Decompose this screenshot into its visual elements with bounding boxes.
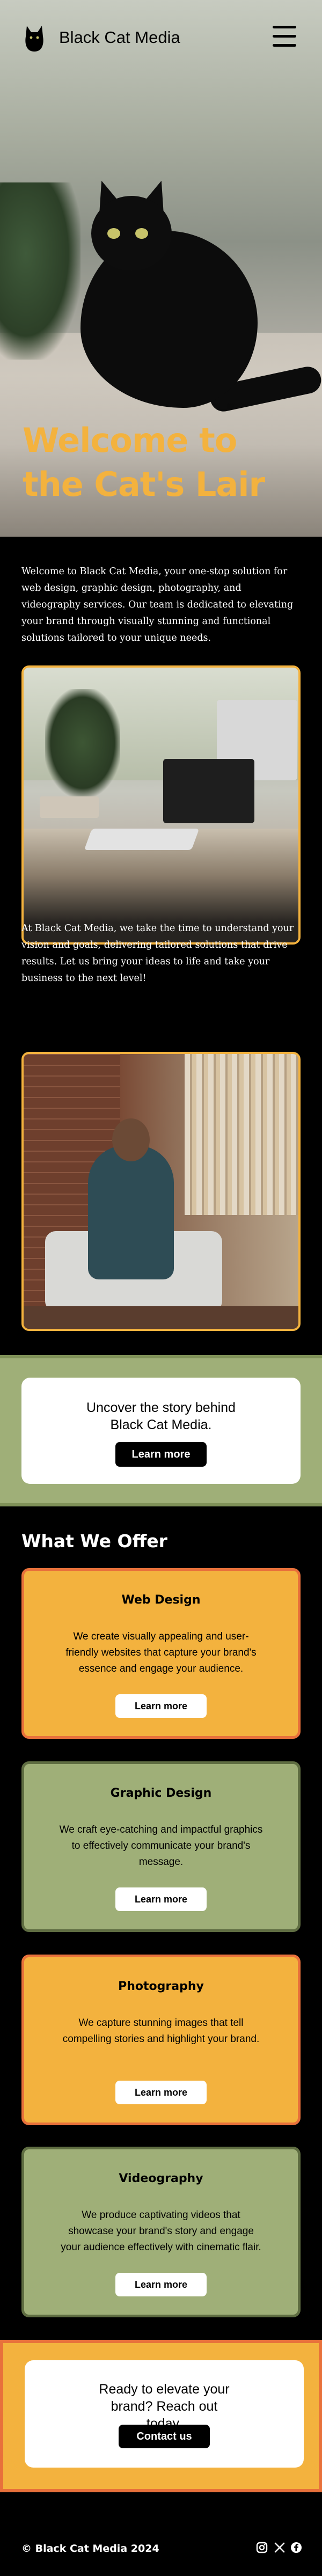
cat-eye [107,228,120,239]
service-title: Web Design [121,1593,201,1607]
instagram-icon[interactable] [256,2542,268,2553]
facebook-icon[interactable] [290,2542,302,2553]
brand-name[interactable]: Black Cat Media [59,28,180,47]
service-title: Videography [119,2172,203,2185]
cat-logo-icon[interactable] [24,24,45,52]
videography-learn-more-button[interactable]: Learn more [115,2273,207,2296]
person-photo [21,1052,301,1331]
service-title: Photography [118,1980,204,1993]
story-cta-band: Uncover the story behind Black Cat Media… [0,1355,322,1506]
hero-title: Welcome to the Cat's Lair [23,421,265,504]
contact-us-button[interactable]: Contact us [119,2425,210,2448]
service-description: We capture stunning images that tell com… [62,2017,260,2045]
workspace-photo [21,665,301,945]
hero-section: Black Cat Media Welcome to the Cat's Lai… [0,0,322,537]
intro-paragraph: Welcome to Black Cat Media, your one-sto… [21,566,294,643]
contact-cta-card: Ready to elevate your brand? Reach out t… [25,2360,304,2468]
service-card-web-design: Web Design We create visually appealing … [21,1568,301,1739]
laptop [163,759,254,823]
hero-plant [0,182,80,360]
offer-section-title: What We Offer [21,1531,167,1552]
story-learn-more-button[interactable]: Learn more [115,1442,207,1467]
x-icon[interactable] [274,2542,286,2553]
service-card-graphic-design: Graphic Design We craft eye-catching and… [21,1761,301,1932]
service-description: We create visually appealing and user-fr… [65,1631,257,1674]
cat-eye [135,228,148,239]
graphic-design-learn-more-button[interactable]: Learn more [115,1887,207,1911]
person-head [112,1118,150,1161]
copyright-text: © Black Cat Media 2024 [21,2543,159,2555]
footer: © Black Cat Media 2024 [0,2522,322,2576]
story-cta-text: Uncover the story behind Black Cat Media… [86,1400,236,1432]
web-design-learn-more-button[interactable]: Learn more [115,1694,207,1718]
service-title: Graphic Design [110,1787,212,1800]
service-description: We produce captivating videos that showc… [61,2209,261,2253]
person [88,1145,174,1279]
service-card-photography: Photography We capture stunning images t… [21,1955,301,2125]
mid-paragraph: At Black Cat Media, we take the time to … [21,923,294,984]
books [40,796,99,818]
photography-learn-more-button[interactable]: Learn more [115,2081,207,2104]
story-cta-card: Uncover the story behind Black Cat Media… [21,1378,301,1484]
hamburger-menu-icon[interactable] [273,26,296,47]
keyboard [84,829,200,850]
contact-cta-band: Ready to elevate your brand? Reach out t… [0,2340,322,2492]
cat-head [91,196,172,271]
navbar: Black Cat Media [0,0,322,75]
floor [24,1306,298,1329]
bookshelf [185,1054,298,1215]
service-card-videography: Videography We produce captivating video… [21,2147,301,2317]
plant-photo [45,689,120,796]
service-description: We craft eye-catching and impactful grap… [59,1824,263,1868]
